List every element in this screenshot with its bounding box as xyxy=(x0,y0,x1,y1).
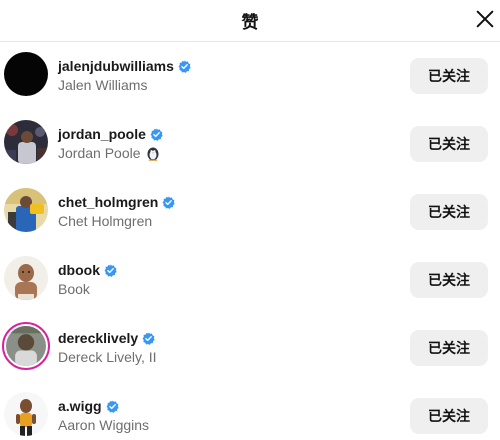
verified-badge-icon xyxy=(150,127,163,141)
full-name: Jalen Williams xyxy=(58,77,148,93)
username[interactable]: dbook xyxy=(58,262,100,278)
avatar[interactable] xyxy=(4,52,48,96)
avatar-image xyxy=(4,392,48,436)
username[interactable]: jordan_poole xyxy=(58,126,146,142)
avatar[interactable] xyxy=(4,256,48,300)
avatar-image xyxy=(6,326,46,366)
likes-header: 赞 xyxy=(0,0,500,42)
full-name: Chet Holmgren xyxy=(58,213,153,229)
username[interactable]: a.wigg xyxy=(58,398,102,414)
penguin-icon xyxy=(145,145,161,161)
username[interactable]: jalenjdubwilliams xyxy=(58,58,174,74)
following-button[interactable]: 已关注 xyxy=(410,398,488,434)
avatar[interactable] xyxy=(4,188,48,232)
full-name: Aaron Wiggins xyxy=(58,417,150,433)
avatar-image xyxy=(4,52,48,96)
following-button[interactable]: 已关注 xyxy=(410,194,488,230)
list-item[interactable]: jordan_poole Jordan Poole 已关注 xyxy=(0,112,500,180)
verified-badge-icon xyxy=(104,263,117,277)
list-item[interactable]: chet_holmgren Chet Holmgren 已关注 xyxy=(0,180,500,248)
username[interactable]: derecklively xyxy=(58,330,138,346)
full-name: Book xyxy=(58,281,90,297)
full-name: Jordan Poole xyxy=(58,145,141,161)
following-button[interactable]: 已关注 xyxy=(410,126,488,162)
avatar-image xyxy=(4,256,48,300)
list-item[interactable]: jalenjdubwilliams Jalen Williams 已关注 xyxy=(0,44,500,112)
verified-badge-icon xyxy=(162,195,176,209)
following-button[interactable]: 已关注 xyxy=(410,330,488,366)
close-icon xyxy=(476,10,494,28)
following-button[interactable]: 已关注 xyxy=(410,58,488,94)
verified-badge-icon xyxy=(142,331,155,345)
page-title: 赞 xyxy=(241,13,259,33)
following-button[interactable]: 已关注 xyxy=(410,262,488,298)
full-name: Dereck Lively, II xyxy=(58,349,157,365)
close-button[interactable] xyxy=(474,6,498,32)
avatar-image xyxy=(4,120,48,164)
avatar-image xyxy=(4,188,48,232)
list-item[interactable]: derecklively Dereck Lively, II 已关注 xyxy=(0,316,500,384)
verified-badge-icon xyxy=(106,399,119,413)
avatar[interactable] xyxy=(4,120,48,164)
list-item[interactable]: a.wigg Aaron Wiggins 已关注 xyxy=(0,384,500,440)
avatar[interactable] xyxy=(4,392,48,436)
story-ring xyxy=(2,322,50,370)
username[interactable]: chet_holmgren xyxy=(58,194,158,210)
list-item[interactable]: dbook Book 已关注 xyxy=(0,248,500,316)
avatar[interactable] xyxy=(2,322,50,370)
verified-badge-icon xyxy=(178,59,191,73)
